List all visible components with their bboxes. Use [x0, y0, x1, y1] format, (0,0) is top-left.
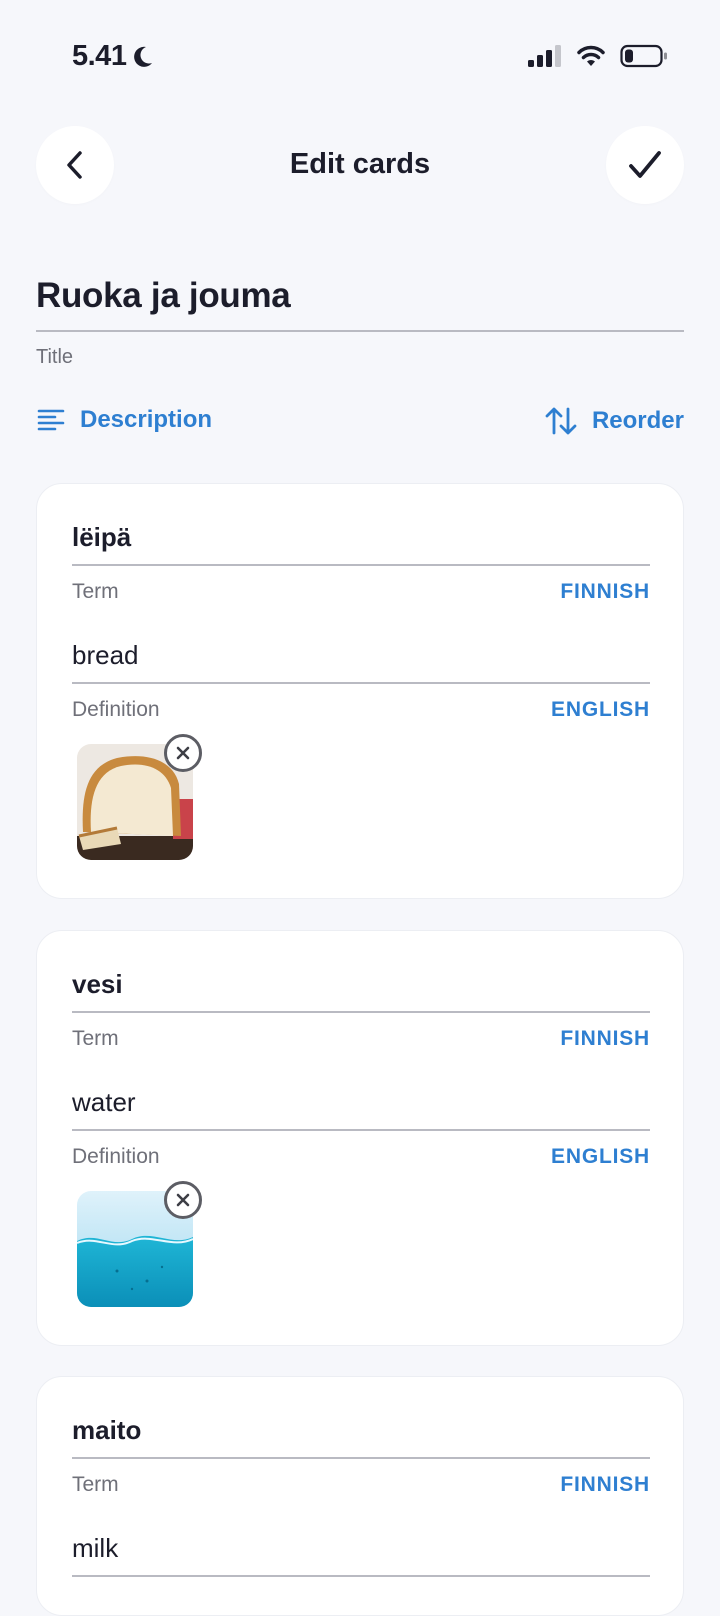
card-item: vesi Term FINNISH water Definition ENGLI…: [36, 930, 684, 1346]
definition-field: milk: [72, 1533, 650, 1577]
definition-label: Definition: [72, 698, 160, 721]
close-icon: [176, 1193, 190, 1207]
header: Edit cards: [0, 124, 720, 206]
term-input[interactable]: vesi: [72, 969, 650, 1013]
set-title-field: Ruoka ja jouma Title: [36, 276, 684, 369]
status-time: 5.41: [72, 40, 154, 73]
reorder-button[interactable]: Reorder: [544, 406, 684, 436]
card-item: lëipä Term FINNISH bread Definition ENGL…: [36, 483, 684, 899]
term-language-button[interactable]: FINNISH: [560, 1473, 650, 1497]
status-icons: [528, 44, 668, 68]
term-label: Term: [72, 1027, 119, 1050]
wifi-icon: [577, 45, 605, 66]
sort-arrows-icon: [545, 407, 577, 435]
action-row: Description Reorder: [36, 406, 684, 444]
signal-icon: [528, 45, 561, 67]
checkmark-icon: [629, 151, 661, 178]
definition-field: bread Definition ENGLISH: [72, 640, 650, 722]
status-bar: 5.41: [0, 0, 720, 110]
term-language-button[interactable]: FINNISH: [560, 1027, 650, 1051]
term-input[interactable]: maito: [72, 1415, 650, 1459]
definition-input[interactable]: bread: [72, 640, 650, 684]
moon-icon: [134, 46, 153, 67]
definition-language-button[interactable]: ENGLISH: [551, 1145, 650, 1169]
term-field: vesi Term FINNISH: [72, 969, 650, 1051]
term-field: maito Term FINNISH: [72, 1415, 650, 1497]
term-language-button[interactable]: FINNISH: [560, 580, 650, 604]
term-input[interactable]: lëipä: [72, 522, 650, 566]
remove-image-button[interactable]: [164, 734, 202, 772]
card-item: maito Term FINNISH milk: [36, 1376, 684, 1616]
reorder-label: Reorder: [591, 407, 684, 434]
term-label: Term: [72, 580, 119, 603]
definition-label: Definition: [72, 1145, 160, 1168]
text-lines-icon: [37, 409, 65, 431]
battery-icon: [620, 44, 667, 68]
remove-image-button[interactable]: [164, 1181, 202, 1219]
set-title-input[interactable]: Ruoka ja jouma: [36, 276, 684, 332]
description-button[interactable]: Description: [36, 406, 212, 434]
definition-input[interactable]: water: [72, 1087, 650, 1131]
close-icon: [176, 746, 190, 760]
definition-input[interactable]: milk: [72, 1533, 650, 1577]
set-title-label: Title: [36, 346, 74, 368]
definition-field: water Definition ENGLISH: [72, 1087, 650, 1169]
done-button[interactable]: [606, 126, 684, 204]
status-time-text: 5.41: [72, 40, 127, 72]
term-label: Term: [72, 1473, 119, 1496]
definition-language-button[interactable]: ENGLISH: [551, 698, 650, 722]
term-field: lëipä Term FINNISH: [72, 522, 650, 604]
description-label: Description: [80, 406, 213, 433]
